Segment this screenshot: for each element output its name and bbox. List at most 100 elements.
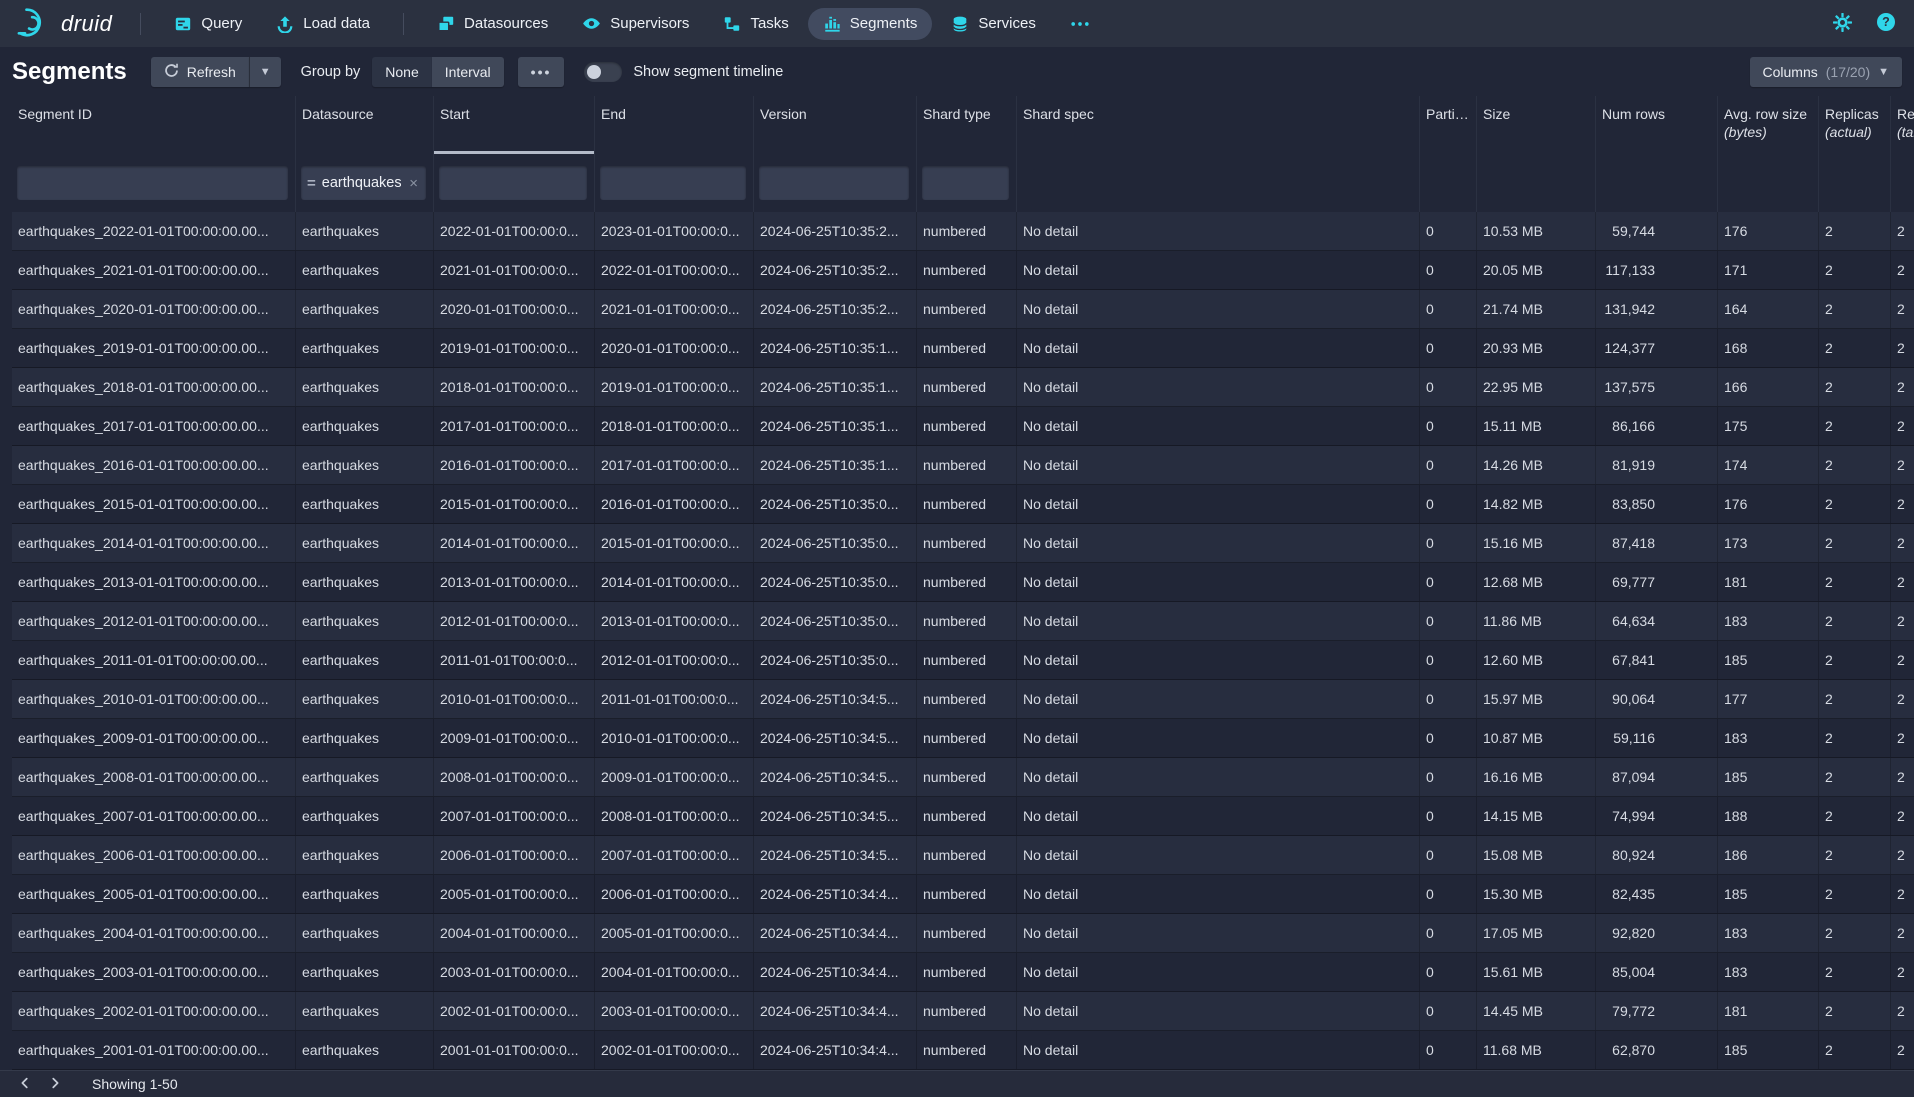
help-button[interactable]: ?: [1874, 10, 1898, 37]
table-row[interactable]: earthquakes_2001-01-01T00:00:00.00...ear…: [12, 1031, 1914, 1070]
column-header-replication-factor[interactable]: Replication factor(target): [1891, 96, 1914, 154]
settings-button[interactable]: [1831, 11, 1854, 37]
cell-segment-id: earthquakes_2012-01-01T00:00:00.00...: [12, 602, 296, 640]
cell-segment-id: earthquakes_2016-01-01T00:00:00.00...: [12, 446, 296, 484]
datasource-filter-chip[interactable]: =earthquakes×: [301, 166, 426, 200]
table-row[interactable]: earthquakes_2020-01-01T00:00:00.00...ear…: [12, 290, 1914, 329]
nav-item-tasks[interactable]: Tasks: [708, 8, 803, 40]
filter-input-end[interactable]: [600, 166, 746, 200]
cell-partition: 0: [1420, 797, 1477, 835]
cell-num-rows: 59,116: [1596, 719, 1718, 757]
pagination-next-button[interactable]: [40, 1071, 70, 1097]
refresh-button[interactable]: Refresh: [151, 57, 249, 87]
more-actions-button[interactable]: •••: [518, 57, 565, 87]
cell-segment-id: earthquakes_2013-01-01T00:00:00.00...: [12, 563, 296, 601]
cell-num-rows: 82,435: [1596, 875, 1718, 913]
table-row[interactable]: earthquakes_2014-01-01T00:00:00.00...ear…: [12, 524, 1914, 563]
cell-partition: 0: [1420, 680, 1477, 718]
group-by-none-button[interactable]: None: [372, 57, 431, 87]
column-header-shard-type[interactable]: Shard type: [917, 96, 1017, 154]
remove-filter-button[interactable]: ×: [407, 175, 420, 192]
table-row[interactable]: earthquakes_2003-01-01T00:00:00.00...ear…: [12, 953, 1914, 992]
cell-partition: 0: [1420, 953, 1477, 991]
nav-item-load-data[interactable]: Load data: [261, 8, 385, 40]
table-row[interactable]: earthquakes_2018-01-01T00:00:00.00...ear…: [12, 368, 1914, 407]
cell-num-rows: 59,744: [1596, 212, 1718, 250]
showing-range-label: Showing 1-50: [92, 1076, 178, 1092]
filter-input-shard-type[interactable]: [922, 166, 1009, 200]
column-header-end[interactable]: End: [595, 96, 754, 154]
cell-size: 10.53 MB: [1477, 212, 1596, 250]
cell-replicas: 2: [1819, 914, 1891, 952]
cell-partition: 0: [1420, 719, 1477, 757]
table-row[interactable]: earthquakes_2004-01-01T00:00:00.00...ear…: [12, 914, 1914, 953]
column-header-replicas[interactable]: Replicas(actual): [1819, 96, 1891, 154]
filter-cell-avg-row-size: [1718, 154, 1819, 212]
cell-segment-id: earthquakes_2018-01-01T00:00:00.00...: [12, 368, 296, 406]
nav-item-segments[interactable]: Segments: [808, 8, 933, 40]
table-row[interactable]: earthquakes_2010-01-01T00:00:00.00...ear…: [12, 680, 1914, 719]
nav-item-datasources[interactable]: Datasources: [422, 8, 563, 40]
filter-input-start[interactable]: [439, 166, 587, 200]
table-row[interactable]: earthquakes_2019-01-01T00:00:00.00...ear…: [12, 329, 1914, 368]
group-by-interval-button[interactable]: Interval: [432, 57, 504, 87]
cell-shard-spec: No detail: [1017, 329, 1420, 367]
cell-shard-spec: No detail: [1017, 641, 1420, 679]
table-row[interactable]: earthquakes_2021-01-01T00:00:00.00...ear…: [12, 251, 1914, 290]
cell-num-rows: 81,919: [1596, 446, 1718, 484]
filter-input-version[interactable]: [759, 166, 909, 200]
column-header-version[interactable]: Version: [754, 96, 917, 154]
cell-size: 14.15 MB: [1477, 797, 1596, 835]
table-row[interactable]: earthquakes_2017-01-01T00:00:00.00...ear…: [12, 407, 1914, 446]
cell-datasource: earthquakes: [296, 290, 434, 328]
cell-replicas: 2: [1819, 290, 1891, 328]
table-row[interactable]: earthquakes_2012-01-01T00:00:00.00...ear…: [12, 602, 1914, 641]
cell-end: 2012-01-01T00:00:0...: [595, 641, 754, 679]
refresh-dropdown-button[interactable]: ▼: [249, 57, 281, 87]
show-segment-timeline-toggle[interactable]: [584, 62, 622, 82]
columns-button[interactable]: Columns (17/20) ▼: [1750, 57, 1903, 87]
table-row[interactable]: earthquakes_2009-01-01T00:00:00.00...ear…: [12, 719, 1914, 758]
filter-input-segment-id[interactable]: [17, 166, 288, 200]
table-row[interactable]: earthquakes_2006-01-01T00:00:00.00...ear…: [12, 836, 1914, 875]
cell-size: 15.30 MB: [1477, 875, 1596, 913]
druid-brand[interactable]: druid: [16, 4, 112, 43]
column-header-size[interactable]: Size: [1477, 96, 1596, 154]
table-row[interactable]: earthquakes_2015-01-01T00:00:00.00...ear…: [12, 485, 1914, 524]
cell-shard-type: numbered: [917, 875, 1017, 913]
column-header-datasource[interactable]: Datasource: [296, 96, 434, 154]
cell-replicas: 2: [1819, 212, 1891, 250]
cell-size: 14.26 MB: [1477, 446, 1596, 484]
cell-partition: 0: [1420, 485, 1477, 523]
column-header-shard-spec[interactable]: Shard spec: [1017, 96, 1420, 154]
table-row[interactable]: earthquakes_2022-01-01T00:00:00.00...ear…: [12, 212, 1914, 251]
cell-end: 2013-01-01T00:00:0...: [595, 602, 754, 640]
table-row[interactable]: earthquakes_2005-01-01T00:00:00.00...ear…: [12, 875, 1914, 914]
nav-item-supervisors[interactable]: Supervisors: [567, 7, 704, 40]
table-row[interactable]: earthquakes_2007-01-01T00:00:00.00...ear…: [12, 797, 1914, 836]
cell-end: 2007-01-01T00:00:0...: [595, 836, 754, 874]
column-header-partition[interactable]: Partition: [1420, 96, 1477, 154]
nav-more-button[interactable]: [1055, 13, 1105, 35]
nav-item-label: Query: [201, 15, 242, 32]
table-row[interactable]: earthquakes_2002-01-01T00:00:00.00...ear…: [12, 992, 1914, 1031]
table-row[interactable]: earthquakes_2008-01-01T00:00:00.00...ear…: [12, 758, 1914, 797]
table-row[interactable]: earthquakes_2016-01-01T00:00:00.00...ear…: [12, 446, 1914, 485]
filter-cell-num-rows: [1596, 154, 1718, 212]
table-row[interactable]: earthquakes_2013-01-01T00:00:00.00...ear…: [12, 563, 1914, 602]
cell-replicas: 2: [1819, 329, 1891, 367]
pagination-prev-button[interactable]: [10, 1071, 40, 1097]
cell-shard-spec: No detail: [1017, 953, 1420, 991]
nav-item-services[interactable]: Services: [936, 8, 1051, 40]
column-header-start[interactable]: Start: [434, 96, 595, 154]
cell-version: 2024-06-25T10:34:5...: [754, 797, 917, 835]
refresh-split-button: Refresh ▼: [151, 57, 281, 87]
nav-item-query[interactable]: Query: [159, 8, 257, 40]
column-header-num-rows[interactable]: Num rows: [1596, 96, 1718, 154]
column-header-avg-row-size[interactable]: Avg. row size(bytes): [1718, 96, 1819, 154]
cell-shard-type: numbered: [917, 992, 1017, 1030]
column-header-segment-id[interactable]: Segment ID: [12, 96, 296, 154]
cell-partition: 0: [1420, 836, 1477, 874]
table-row[interactable]: earthquakes_2011-01-01T00:00:00.00...ear…: [12, 641, 1914, 680]
cell-shard-type: numbered: [917, 836, 1017, 874]
